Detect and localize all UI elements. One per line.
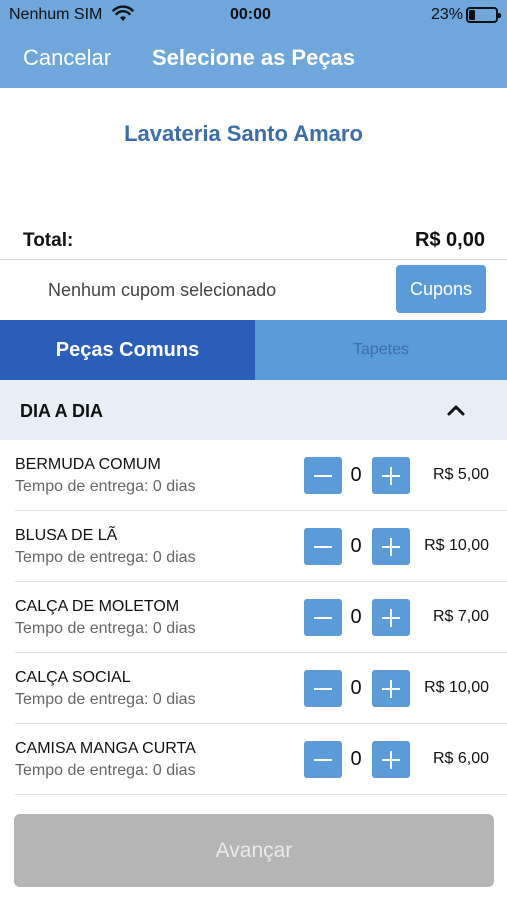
increase-button[interactable] [372,457,410,494]
coupons-button[interactable]: Cupons [396,265,486,313]
minus-icon [314,545,332,548]
decrease-button[interactable] [304,528,342,565]
item-name: CAMISA MANGA CURTA [15,740,196,757]
clock: 00:00 [230,6,271,23]
list-item: BERMUDA COMUM Tempo de entrega: 0 dias 0… [0,440,507,511]
tab-tapetes[interactable]: Tapetes [255,320,507,380]
total-value: R$ 0,00 [414,229,485,251]
nav-bar: Nenhum SIM 00:00 23% Cancelar Selecione … [0,0,507,88]
carrier-label: Nenhum SIM [9,6,103,23]
cancel-button[interactable]: Cancelar [23,45,111,71]
tab-pecas-comuns[interactable]: Peças Comuns [0,320,255,380]
list-item: CALÇA DE MOLETOM Tempo de entrega: 0 dia… [0,582,507,653]
decrease-button[interactable] [304,670,342,707]
store-name-label: Lavateria Santo Amaro [124,121,363,146]
decrease-button[interactable] [304,457,342,494]
total-label: Total: [23,230,74,251]
item-name: CALÇA DE MOLETOM [15,598,180,615]
item-quantity: 0 [350,535,362,557]
category-tabs: Peças Comuns Tapetes [0,320,507,380]
list-item: BLUSA DE LÃ Tempo de entrega: 0 dias 0 R… [0,511,507,582]
chevron-up-icon[interactable] [446,402,466,418]
decrease-button[interactable] [304,599,342,636]
item-delivery-time: Tempo de entrega: 0 dias [15,620,196,637]
minus-icon [314,687,332,690]
increase-button[interactable] [372,670,410,707]
decrease-button[interactable] [304,741,342,778]
page-title: Selecione as Peças [152,45,356,70]
item-delivery-time: Tempo de entrega: 0 dias [15,691,196,708]
store-name: Lavateria Santo Amaro [0,121,507,147]
item-quantity: 0 [350,606,362,628]
minus-icon [314,616,332,619]
item-price: R$ 10,00 [424,679,489,696]
item-price: R$ 10,00 [424,537,489,554]
battery-percent: 23% [431,6,464,23]
item-delivery-time: Tempo de entrega: 0 dias [15,549,196,566]
list-item: CAMISA MANGA CURTA Tempo de entrega: 0 d… [0,724,507,795]
item-delivery-time: Tempo de entrega: 0 dias [15,762,196,779]
minus-icon [314,474,332,477]
increase-button[interactable] [372,599,410,636]
status-bar: Nenhum SIM 00:00 23% [0,0,507,30]
section-title: DIA A DIA [20,401,103,421]
coupon-status: Nenhum cupom selecionado [48,280,277,300]
divider [15,794,507,795]
increase-button[interactable] [372,528,410,565]
list-item: CALÇA SOCIAL Tempo de entrega: 0 dias 0 … [0,653,507,724]
item-quantity: 0 [350,748,362,770]
item-name: BLUSA DE LÃ [15,527,118,544]
divider [0,259,507,260]
wifi-icon [112,5,134,21]
item-price: R$ 7,00 [432,608,489,625]
section-header[interactable]: DIA A DIA [0,380,507,440]
item-name: BERMUDA COMUM [15,456,161,473]
item-price: R$ 6,00 [432,750,489,767]
item-delivery-time: Tempo de entrega: 0 dias [15,478,196,495]
increase-button[interactable] [372,741,410,778]
battery-icon [466,7,501,23]
item-name: CALÇA SOCIAL [15,669,131,686]
item-quantity: 0 [350,464,362,486]
minus-icon [314,758,332,761]
item-price: R$ 5,00 [432,466,489,483]
advance-button[interactable]: Avançar [14,814,494,887]
item-quantity: 0 [350,677,362,699]
